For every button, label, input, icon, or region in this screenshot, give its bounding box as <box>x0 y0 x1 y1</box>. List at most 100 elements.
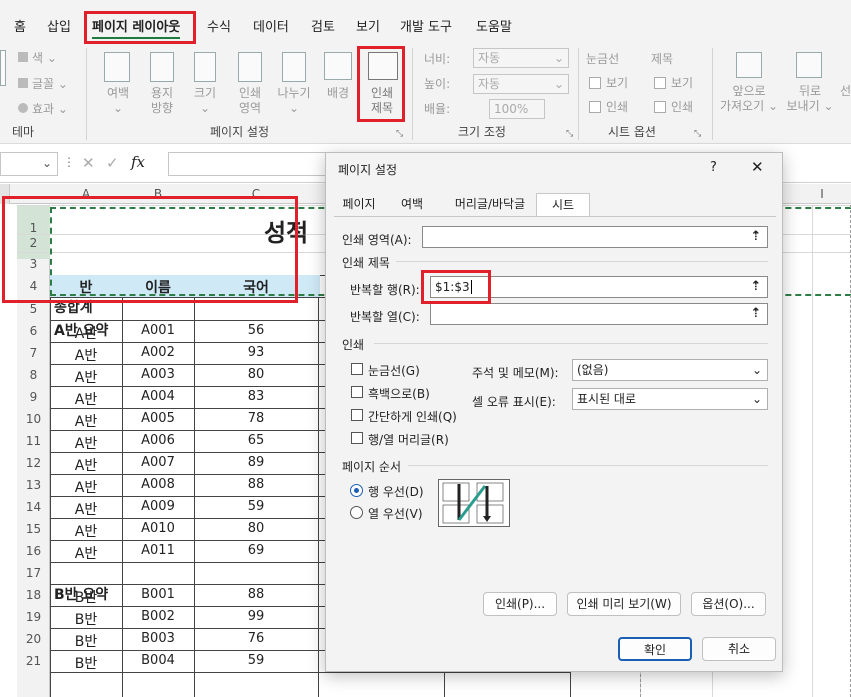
cell-score[interactable]: 65 <box>194 433 318 448</box>
cell-class[interactable]: A반 <box>50 323 122 343</box>
row-header[interactable]: 5 <box>17 302 50 316</box>
tab-review[interactable]: 검토 <box>311 16 335 35</box>
cell-name[interactable]: A003 <box>122 367 194 382</box>
tab-margins[interactable]: 여백 <box>390 193 434 217</box>
row-header[interactable]: 20 <box>17 632 50 646</box>
cell-score[interactable]: 59 <box>194 499 318 514</box>
over-then-down-radio[interactable] <box>350 506 363 519</box>
scale-launcher-icon[interactable]: ⤡ <box>566 127 573 142</box>
cell-name[interactable]: A011 <box>122 543 194 558</box>
cell-name[interactable]: A005 <box>122 411 194 426</box>
cell-class[interactable]: A반 <box>50 367 122 387</box>
column-header-i[interactable]: I <box>812 187 832 201</box>
collapse-arrow-icon[interactable]: ⇡ <box>746 304 766 324</box>
row-header[interactable]: 21 <box>17 654 50 668</box>
row-header[interactable]: 8 <box>17 368 50 382</box>
errors-select[interactable]: 표시된 대로 ⌄ <box>572 388 768 410</box>
print-area-input[interactable] <box>422 226 768 248</box>
row-header[interactable]: 14 <box>17 500 50 514</box>
themes-icon[interactable] <box>0 50 6 86</box>
margins-button[interactable]: 여백 ⌄ <box>100 86 136 116</box>
cols-repeat-input[interactable] <box>430 303 768 325</box>
theme-effects-button[interactable]: 효과 ⌄ <box>18 102 68 117</box>
row-header[interactable]: 15 <box>17 522 50 536</box>
cell-score[interactable]: 88 <box>194 477 318 492</box>
formula-input[interactable] <box>168 152 328 176</box>
row-header[interactable]: 18 <box>17 588 50 602</box>
down-then-over-radio[interactable] <box>350 484 363 497</box>
gridlines-view-checkbox[interactable] <box>589 77 601 89</box>
cell-class[interactable]: A반 <box>50 345 122 365</box>
cell-class[interactable]: A반 <box>50 433 122 453</box>
cancel-icon[interactable]: ✕ <box>82 154 95 172</box>
cell-score[interactable]: 88 <box>194 587 318 602</box>
cell-name[interactable]: B001 <box>122 587 194 602</box>
collapse-arrow-icon[interactable]: ⇡ <box>746 277 766 297</box>
cell-name[interactable]: B002 <box>122 609 194 624</box>
tab-help[interactable]: 도움말 <box>476 16 512 35</box>
cell-name[interactable]: A001 <box>122 323 194 338</box>
row-header[interactable]: 19 <box>17 610 50 624</box>
tab-header-footer[interactable]: 머리글/바닥글 <box>444 193 536 217</box>
row-header[interactable]: 13 <box>17 478 50 492</box>
row-header[interactable]: 16 <box>17 544 50 558</box>
cell-score[interactable]: 99 <box>194 609 318 624</box>
width-combo[interactable]: 자동 ⌄ <box>473 48 569 68</box>
cell-name[interactable]: A007 <box>122 455 194 470</box>
enter-icon[interactable]: ✓ <box>106 154 119 172</box>
collapse-arrow-icon[interactable]: ⇡ <box>746 227 766 247</box>
cell-name[interactable]: A006 <box>122 433 194 448</box>
cancel-button[interactable]: 취소 <box>702 637 776 661</box>
cell-score[interactable]: 78 <box>194 411 318 426</box>
size-button[interactable]: 크기 ⌄ <box>188 86 222 116</box>
cell-class[interactable]: A반 <box>50 455 122 475</box>
help-icon[interactable]: ? <box>710 160 717 175</box>
cell-class[interactable]: B반 <box>50 609 122 629</box>
comments-select[interactable]: (없음) ⌄ <box>572 359 768 381</box>
draft-checkbox[interactable] <box>351 409 363 421</box>
close-icon[interactable]: ✕ <box>751 158 764 176</box>
cell-class[interactable]: A반 <box>50 389 122 409</box>
cell-class[interactable]: A반 <box>50 477 122 497</box>
tab-home[interactable]: 홈 <box>14 16 26 35</box>
cell-name[interactable]: A008 <box>122 477 194 492</box>
cell-class[interactable]: A반 <box>50 543 122 563</box>
row-header[interactable]: 9 <box>17 390 50 404</box>
cell-class[interactable]: A반 <box>50 499 122 519</box>
tab-data[interactable]: 데이터 <box>253 16 289 35</box>
row-header[interactable]: 12 <box>17 456 50 470</box>
cell-score[interactable]: 59 <box>194 653 318 668</box>
tab-view[interactable]: 보기 <box>356 16 380 35</box>
black-white-checkbox[interactable] <box>351 386 363 398</box>
cell-class[interactable]: A반 <box>50 521 122 541</box>
page-setup-launcher-icon[interactable]: ⤡ <box>396 127 403 142</box>
breaks-button[interactable]: 나누기 ⌄ <box>274 86 314 116</box>
cell-name[interactable]: A004 <box>122 389 194 404</box>
options-button[interactable]: 옵션(O)... <box>691 592 766 616</box>
row-header[interactable]: 7 <box>17 346 50 360</box>
send-backward-button[interactable]: 뒤로 보내기 ⌄ <box>782 84 838 114</box>
row-header[interactable]: 11 <box>17 434 50 448</box>
tab-formulas[interactable]: 수식 <box>207 16 231 35</box>
row-header[interactable]: 17 <box>17 566 50 580</box>
cell-score[interactable]: 89 <box>194 455 318 470</box>
row-header[interactable]: 6 <box>17 324 50 338</box>
headings-print-checkbox[interactable] <box>654 101 666 113</box>
cell-name[interactable]: B003 <box>122 631 194 646</box>
scale-spinner[interactable]: 100% <box>489 99 545 119</box>
cell-score[interactable]: 69 <box>194 543 318 558</box>
print-preview-button[interactable]: 인쇄 미리 보기(W) <box>567 592 681 616</box>
row-header[interactable]: 10 <box>17 412 50 426</box>
print-button[interactable]: 인쇄(P)... <box>483 592 557 616</box>
cell-class[interactable]: B반 <box>50 631 122 651</box>
sheet-options-launcher-icon[interactable]: ⤡ <box>694 127 701 142</box>
theme-fonts-button[interactable]: 글꼴 ⌄ <box>18 77 68 92</box>
selection-pane-button[interactable]: 선 <box>840 84 851 99</box>
insert-function-icon[interactable]: fx <box>131 153 145 171</box>
cell-score[interactable]: 76 <box>194 631 318 646</box>
name-box[interactable]: ⌄ <box>0 152 58 176</box>
background-button[interactable]: 배경 <box>320 86 356 101</box>
tab-developer[interactable]: 개발 도구 <box>400 16 452 35</box>
cell-score[interactable]: 80 <box>194 521 318 536</box>
bring-forward-button[interactable]: 앞으로 가져오기 ⌄ <box>718 84 780 114</box>
